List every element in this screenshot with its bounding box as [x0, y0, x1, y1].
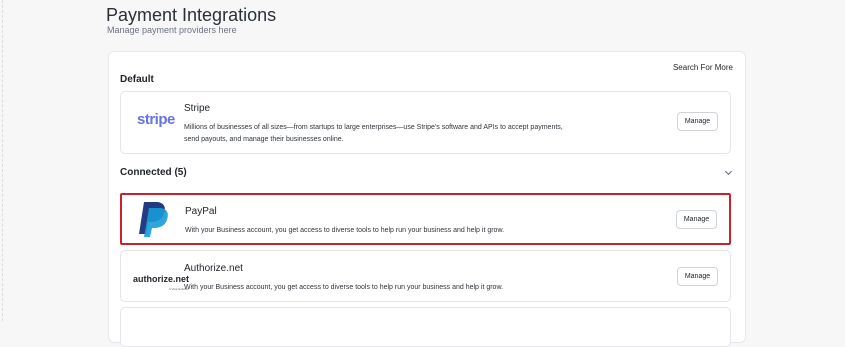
default-section-label: Default: [120, 74, 154, 85]
stripe-logo: stripe: [137, 111, 175, 129]
connected-section-label: Connected (5): [120, 167, 187, 178]
manage-button-paypal[interactable]: Manage: [676, 210, 717, 229]
chevron-down-icon[interactable]: [724, 168, 733, 177]
page-subtitle: Manage payment providers here: [107, 25, 237, 35]
stripe-logo-text: stripe: [137, 111, 175, 128]
provider-name: PayPal: [185, 206, 217, 217]
left-rail-divider: [0, 0, 3, 321]
provider-description: With your Business account, you get acce…: [184, 284, 504, 291]
integrations-panel: Search For More Default stripe Stripe Mi…: [108, 51, 746, 347]
provider-card-authorize-net: authorize.net A Visa Solution Authorize.…: [120, 250, 731, 302]
authorize-net-logo-subtext: A Visa Solution: [168, 287, 190, 291]
page-title: Payment Integrations: [106, 5, 277, 25]
manage-button-authorize-net[interactable]: Manage: [677, 267, 718, 286]
authorize-net-logo-text: authorize.net: [133, 274, 190, 284]
manage-button-stripe[interactable]: Manage: [677, 112, 718, 131]
provider-name: Stripe: [184, 103, 211, 114]
provider-description: Millions of businesses of all sizes—from…: [184, 124, 563, 143]
authorize-net-logo: authorize.net A Visa Solution: [133, 269, 189, 291]
search-for-more-link[interactable]: Search For More: [673, 63, 733, 72]
provider-card-next: [120, 307, 731, 347]
paypal-logo: [139, 202, 168, 237]
provider-name: Authorize.net: [184, 263, 243, 274]
provider-description: With your Business account, you get acce…: [185, 227, 505, 234]
provider-card-paypal: PayPal With your Business account, you g…: [120, 193, 731, 245]
provider-card-stripe: stripe Stripe Millions of businesses of …: [120, 91, 731, 154]
